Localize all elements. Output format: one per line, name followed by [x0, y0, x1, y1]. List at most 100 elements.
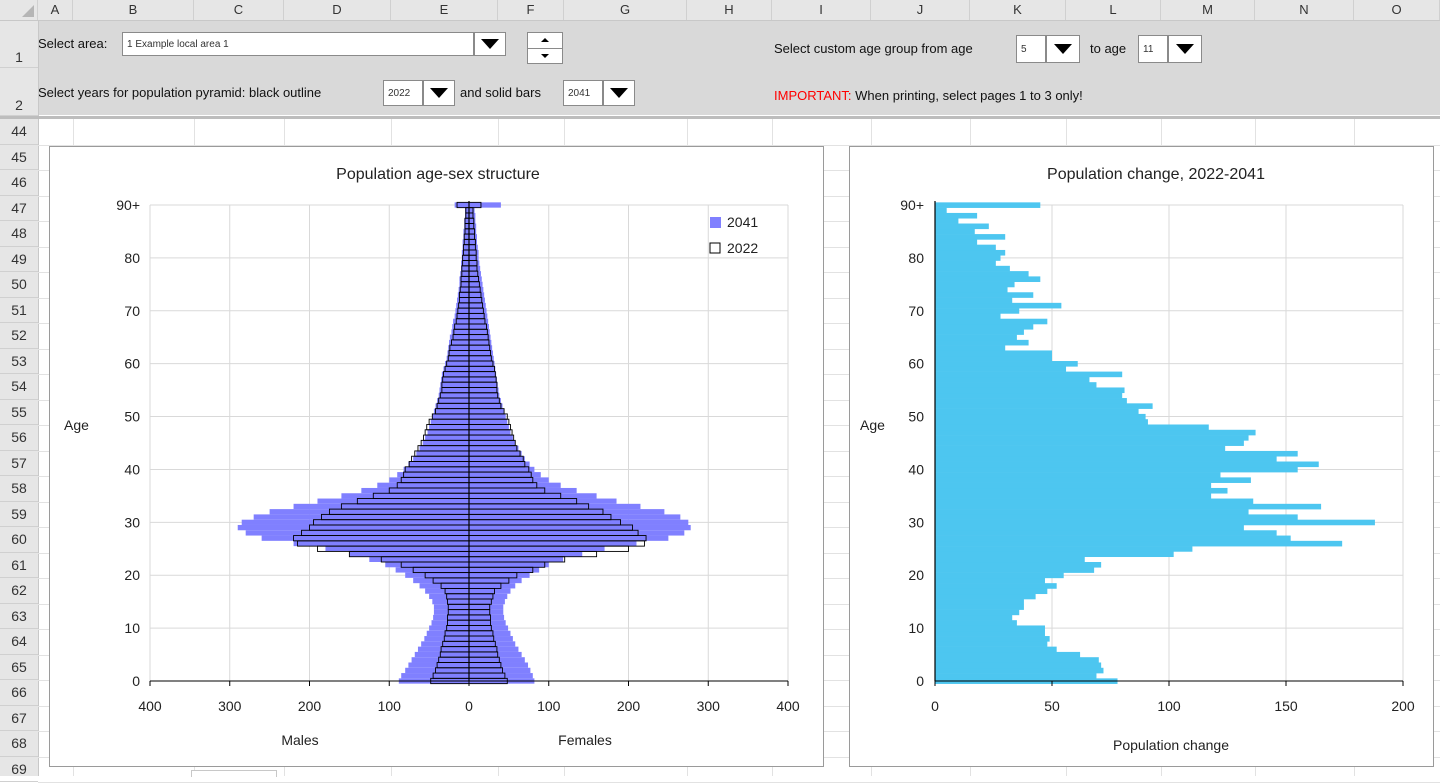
column-header-B[interactable]: B: [73, 0, 194, 20]
change-chart[interactable]: Population change, 2022-2041 Age Populat…: [849, 146, 1434, 767]
column-header-C[interactable]: C: [194, 0, 284, 20]
column-header-A[interactable]: A: [38, 0, 73, 20]
change-bar: [935, 313, 1001, 320]
column-header-J[interactable]: J: [871, 0, 970, 20]
row-header-67[interactable]: 67: [0, 706, 38, 731]
bar-2041-female: [469, 435, 513, 441]
column-header-D[interactable]: D: [284, 0, 391, 20]
change-y-tick-label: 10: [908, 620, 924, 636]
bar-2041-female: [469, 419, 508, 425]
bar-2041-male: [457, 297, 469, 303]
change-bar: [935, 376, 1090, 383]
age-to-dropdown-button[interactable]: [1168, 35, 1202, 63]
row-header-61[interactable]: 61: [0, 553, 38, 578]
row-header-57[interactable]: 57: [0, 451, 38, 476]
row-header-62[interactable]: 62: [0, 578, 38, 604]
row-header-51[interactable]: 51: [0, 298, 38, 323]
change-bar: [935, 540, 1343, 547]
column-header-O[interactable]: O: [1354, 0, 1440, 20]
spin-up-icon[interactable]: [528, 33, 562, 49]
area-spinner[interactable]: [527, 32, 563, 64]
row-header-44[interactable]: 44: [0, 119, 38, 145]
bar-2041-female: [469, 641, 516, 647]
year-solid-select[interactable]: 2041: [563, 80, 603, 106]
row-header-45[interactable]: 45: [0, 145, 38, 170]
column-header-N[interactable]: N: [1255, 0, 1354, 20]
change-bar: [935, 599, 1024, 605]
row-header-50[interactable]: 50: [0, 272, 38, 298]
row-header-49[interactable]: 49: [0, 247, 38, 272]
column-header-I[interactable]: I: [772, 0, 871, 20]
pyramid-chart[interactable]: Population age-sex structure Age Males F…: [49, 146, 824, 767]
bar-2041-female: [469, 487, 577, 494]
bar-2041-female: [469, 450, 522, 457]
row-header-59[interactable]: 59: [0, 502, 38, 527]
bar-2041-female: [469, 244, 478, 250]
row-header-52[interactable]: 52: [0, 323, 38, 349]
row-header-54[interactable]: 54: [0, 374, 38, 400]
spin-down-icon[interactable]: [528, 49, 562, 64]
row-header-56[interactable]: 56: [0, 425, 38, 451]
row-header-1[interactable]: 1: [0, 21, 38, 68]
bar-2041-female: [469, 498, 617, 504]
row-header-64[interactable]: 64: [0, 629, 38, 655]
change-bar: [935, 249, 1006, 256]
bar-2041-male: [325, 546, 469, 552]
row-header-47[interactable]: 47: [0, 196, 38, 221]
pyramid-x-label-males: Males: [281, 732, 318, 748]
bar-2041-female: [469, 530, 685, 536]
row-header-bar: 1 2 44 45 46 47 48 49 50 51 52 53 54 55 56 57 58 59 60 61 62…: [0, 21, 39, 782]
change-bar: [935, 445, 1226, 452]
change-bar: [935, 419, 1148, 425]
area-select[interactable]: 1 Example local area 1: [122, 32, 474, 56]
bar-2041-female: [469, 212, 476, 219]
bar-2041-female: [469, 630, 511, 637]
column-header-H[interactable]: H: [687, 0, 772, 20]
column-header-K[interactable]: K: [970, 0, 1066, 20]
year-solid-dropdown-button[interactable]: [603, 80, 635, 106]
row-header-63[interactable]: 63: [0, 604, 38, 629]
row-header-66[interactable]: 66: [0, 680, 38, 706]
row-header-48[interactable]: 48: [0, 221, 38, 247]
row-header-46[interactable]: 46: [0, 170, 38, 196]
bar-2041-female: [469, 228, 477, 235]
change-bar: [935, 461, 1319, 468]
row-header-69[interactable]: 69: [0, 757, 38, 782]
important-note: IMPORTANT: When printing, select pages 1…: [774, 88, 1083, 103]
change-bar: [935, 339, 1029, 346]
change-bar: [935, 519, 1375, 526]
bar-2041-female: [469, 281, 483, 287]
column-header-G[interactable]: G: [564, 0, 687, 20]
area-dropdown-button[interactable]: [474, 32, 506, 56]
column-header-F[interactable]: F: [498, 0, 564, 20]
select-all-corner[interactable]: [0, 0, 38, 20]
year-outline-dropdown-button[interactable]: [423, 80, 455, 106]
bar-2041-female: [469, 657, 525, 663]
age-to-select[interactable]: 11: [1138, 35, 1168, 63]
row-header-2[interactable]: 2: [0, 68, 38, 116]
change-bar: [935, 398, 1127, 404]
age-from-label: Select custom age group from age: [774, 41, 973, 56]
bar-2041-male: [438, 392, 469, 399]
bar-2041-male: [341, 493, 469, 499]
column-header-L[interactable]: L: [1066, 0, 1161, 20]
bar-2041-male: [437, 398, 469, 404]
freeze-pane-divider[interactable]: [0, 116, 1440, 119]
change-y-tick-label: 80: [908, 250, 924, 266]
year-outline-select[interactable]: 2022: [383, 80, 423, 106]
pyramid-x-tick-label: 100: [537, 698, 561, 714]
row-header-60[interactable]: 60: [0, 527, 38, 553]
column-header-E[interactable]: E: [391, 0, 498, 20]
row-header-68[interactable]: 68: [0, 731, 38, 757]
column-header-M[interactable]: M: [1161, 0, 1255, 20]
change-y-tick-label: 20: [908, 567, 924, 583]
row-header-65[interactable]: 65: [0, 655, 38, 680]
row-header-58[interactable]: 58: [0, 476, 38, 502]
pyramid-y-tick-label: 50: [124, 409, 140, 425]
age-from-select[interactable]: 5: [1016, 35, 1046, 63]
change-bar: [935, 514, 1298, 520]
age-from-dropdown-button[interactable]: [1046, 35, 1080, 63]
row-header-55[interactable]: 55: [0, 400, 38, 425]
row-header-53[interactable]: 53: [0, 349, 38, 374]
change-bar: [935, 371, 1123, 378]
